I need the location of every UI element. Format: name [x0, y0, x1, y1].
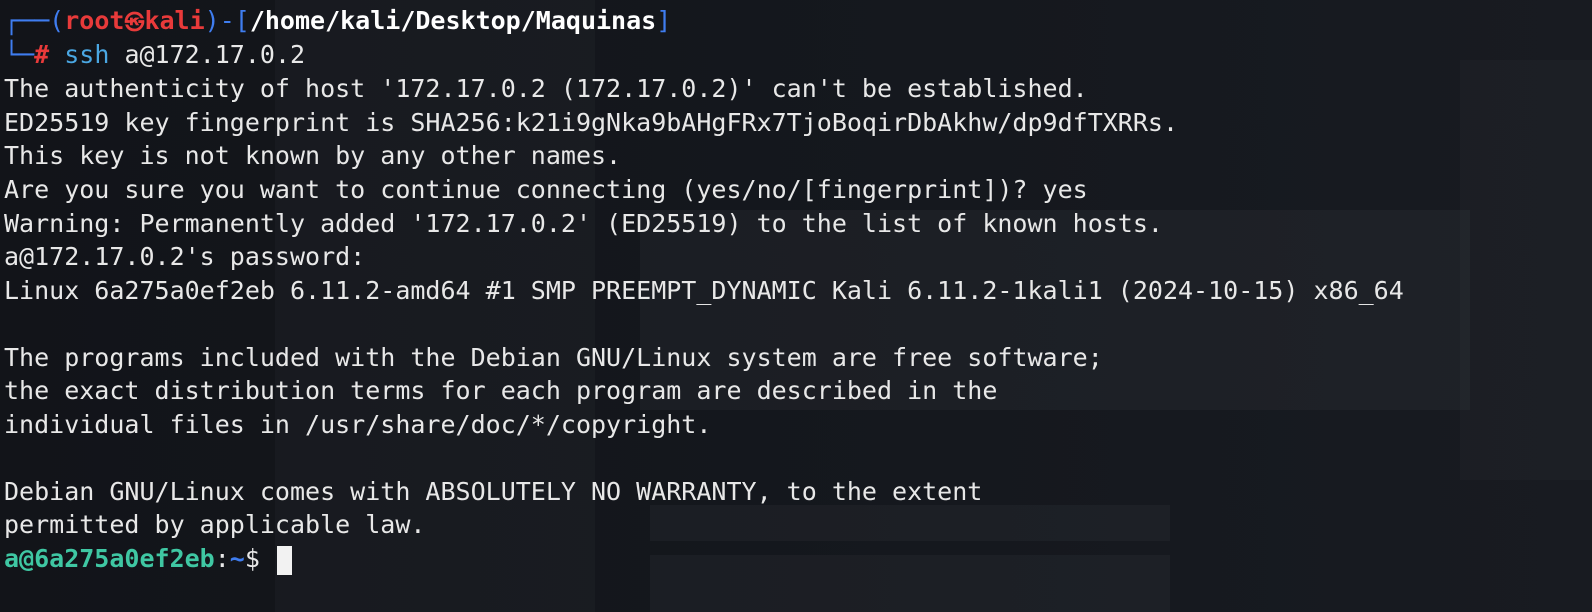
terminal-output[interactable]: ┌──(root㉿kali)-[/home/kali/Desktop/Maqui…	[0, 0, 1592, 612]
prompt-user: root	[64, 6, 125, 35]
remote-prompt-path: ~	[229, 544, 245, 573]
prompt-header: ┌──(root㉿kali)-[/home/kali/Desktop/Maqui…	[4, 4, 671, 38]
command-name: ssh	[64, 40, 110, 69]
output-line: permitted by applicable law.	[4, 510, 426, 539]
prompt-hash: #	[34, 40, 50, 69]
command-line: └─# ssh a@172.17.0.2	[4, 38, 305, 72]
remote-prompt[interactable]: a@6a275a0ef2eb:~$	[4, 542, 292, 576]
output-line: Debian GNU/Linux comes with ABSOLUTELY N…	[4, 477, 983, 506]
command-argument: a@172.17.0.2	[124, 40, 306, 69]
output-line: a@172.17.0.2's password:	[4, 242, 366, 271]
remote-prompt-symbol: $	[244, 544, 275, 573]
output-line: Are you sure you want to continue connec…	[4, 175, 1088, 204]
output-line: individual files in /usr/share/doc/*/cop…	[4, 410, 712, 439]
output-line: ED25519 key fingerprint is SHA256:k21i9g…	[4, 108, 1178, 137]
terminal-window[interactable]: ┌──(root㉿kali)-[/home/kali/Desktop/Maqui…	[0, 0, 1592, 612]
output-line: The authenticity of host '172.17.0.2 (17…	[4, 74, 1088, 103]
remote-user-host: a@6a275a0ef2eb	[4, 544, 215, 573]
prompt-frame-mid: )-[	[204, 6, 250, 35]
prompt-host: kali	[144, 6, 205, 35]
output-line: This key is not known by any other names…	[4, 141, 622, 170]
output-line: the exact distribution terms for each pr…	[4, 376, 998, 405]
output-line: The programs included with the Debian GN…	[4, 343, 1103, 372]
output-line: Linux 6a275a0ef2eb 6.11.2-amd64 #1 SMP P…	[4, 276, 1404, 305]
prompt-frame-open: ┌──(	[4, 6, 65, 35]
prompt-frame-close: ]	[656, 6, 672, 35]
prompt-frame-bottom: └─	[4, 40, 35, 69]
text-cursor[interactable]	[276, 545, 292, 575]
remote-prompt-sep: :	[214, 544, 230, 573]
prompt-path: /home/kali/Desktop/Maquinas	[249, 6, 657, 35]
kali-logo-icon: ㉿	[124, 10, 145, 34]
output-line: Warning: Permanently added '172.17.0.2' …	[4, 209, 1163, 238]
